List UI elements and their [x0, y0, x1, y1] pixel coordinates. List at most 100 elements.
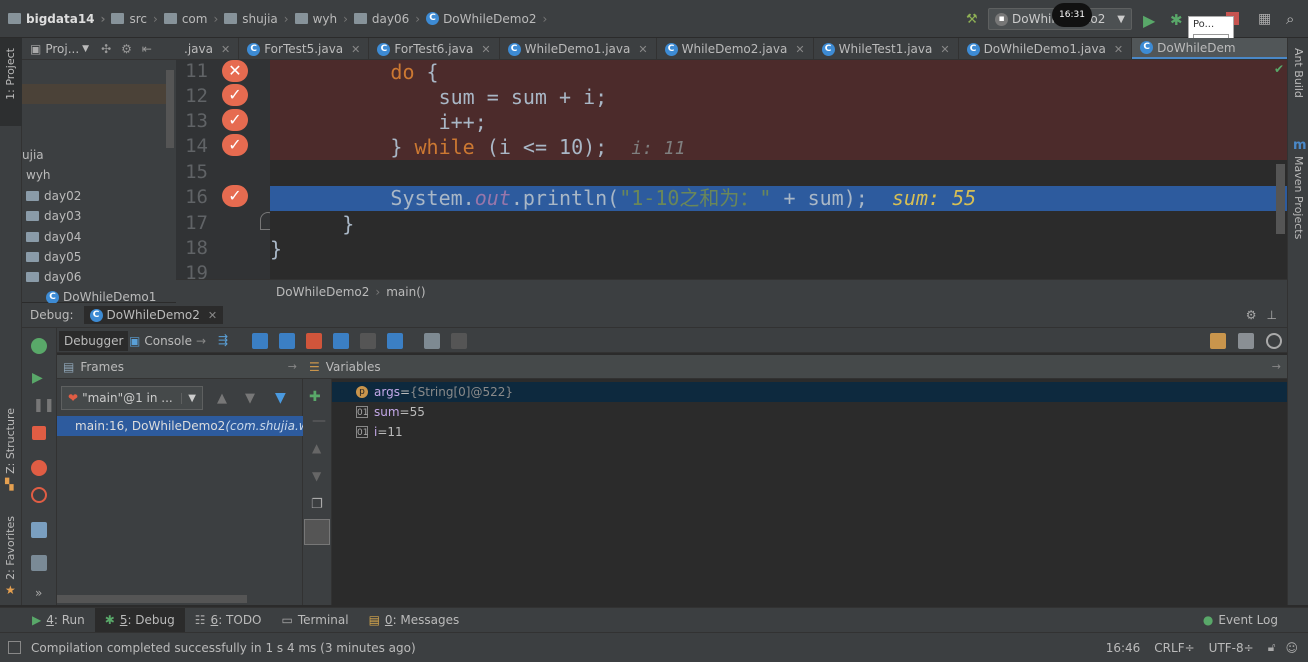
step-out-icon[interactable] [333, 333, 349, 349]
breakpoint-invalid-icon[interactable]: ✕ [222, 60, 248, 82]
breadcrumb-class[interactable]: C DoWhileDemo2 › [426, 12, 547, 26]
collapse-icon[interactable]: ⇤ [142, 42, 152, 56]
variable-row-args[interactable]: p args = {String[0]@522} [332, 382, 1287, 402]
close-icon[interactable]: ✕ [940, 43, 949, 56]
toggle-tool-windows-icon[interactable] [8, 641, 21, 654]
view-breakpoints-icon[interactable] [31, 460, 47, 476]
ant-build-label[interactable]: Ant Build [1292, 48, 1305, 98]
breakpoint-check-icon[interactable]: ✓ [222, 109, 248, 131]
tab-terminal[interactable]: ▭ Terminal [272, 608, 359, 633]
evaluate-expression-icon[interactable] [424, 333, 440, 349]
gear-icon[interactable]: ⚙ [121, 42, 132, 56]
tab-dowhiledemo2[interactable]: CDoWhileDem✕ [1132, 38, 1287, 59]
filter-icon[interactable]: ▼ [275, 390, 286, 406]
favorites-tool-label[interactable]: 2: Favorites [4, 516, 17, 580]
breakpoint-check-icon[interactable]: ✓ [222, 185, 248, 207]
watches-toggle-icon[interactable] [304, 519, 330, 545]
inspector-icon[interactable]: ☺ [1285, 641, 1298, 655]
arrow-up-icon[interactable]: ▲ [217, 391, 227, 406]
maven-projects-label[interactable]: Maven Projects [1292, 156, 1305, 239]
tree-item-dowhiledemo1[interactable]: C DoWhileDemo1 [46, 290, 156, 304]
close-icon[interactable]: ✕ [795, 43, 804, 56]
tab-whiletest1[interactable]: C WhileTest1.java ✕ [814, 38, 959, 59]
line-separator[interactable]: CRLF÷ [1154, 641, 1194, 655]
new-watch-icon[interactable]: ✚ [309, 389, 321, 405]
breadcrumb-day06[interactable]: day06 › [353, 12, 420, 26]
frame-row[interactable]: main:16, DoWhileDemo2 (com.shujia.w [57, 416, 303, 436]
file-encoding[interactable]: UTF-8÷ [1209, 641, 1254, 655]
project-tool-label[interactable]: 1: Project [4, 48, 17, 100]
search-icon[interactable]: ⌕ [1286, 10, 1294, 28]
arrow-down-icon[interactable]: ▼ [245, 391, 255, 406]
tab-messages[interactable]: ▤ 0: Messages [359, 608, 470, 633]
breadcrumb-src[interactable]: src › [111, 12, 158, 26]
breadcrumb-wyh[interactable]: wyh › [294, 12, 348, 26]
tab-event-log[interactable]: ● Event Log [1193, 608, 1288, 633]
drop-frame-icon[interactable] [360, 333, 376, 349]
variable-row-i[interactable]: 01 i = 11 [332, 422, 1287, 442]
pause-icon[interactable]: ❚❚ [33, 398, 55, 413]
mute-breakpoints-icon[interactable] [31, 487, 47, 503]
gear-icon[interactable]: ⚙ [1246, 308, 1257, 322]
tab-console[interactable]: ▣ Console → [124, 331, 211, 351]
frames-hscrollbar[interactable] [57, 595, 247, 603]
memory-icon[interactable] [1238, 333, 1254, 349]
close-icon[interactable]: ✕ [208, 309, 217, 322]
tree-item-day04[interactable]: day04 [26, 230, 81, 244]
editor-scrollbar[interactable] [1276, 164, 1285, 234]
arrow-down-icon[interactable]: ▼ [312, 469, 321, 483]
tab-whiledemo1[interactable]: C WhileDemo1.java ✕ [500, 38, 657, 59]
stop-icon[interactable] [32, 426, 46, 440]
force-step-into-icon[interactable] [306, 333, 322, 349]
trace-icon[interactable] [451, 333, 467, 349]
code-editor[interactable]: do { sum = sum + i; i++; } while (i <= 1… [270, 60, 1287, 279]
close-icon[interactable]: ✕ [351, 43, 360, 56]
tree-item-day03[interactable]: day03 [26, 209, 81, 223]
lock-icon[interactable]: 🔓︎ [1268, 640, 1276, 655]
settings-icon[interactable] [31, 555, 47, 571]
tab-fortest5[interactable]: C ForTest5.java ✕ [239, 38, 370, 59]
pin-icon[interactable]: → [1272, 360, 1281, 373]
tree-item-ujia[interactable]: ujia [22, 148, 44, 162]
structure-tool-label[interactable]: Z: Structure [4, 408, 17, 474]
run-to-cursor-icon[interactable] [387, 333, 403, 349]
tree-item-wyh[interactable]: wyh [26, 168, 51, 182]
breadcrumb-class[interactable]: DoWhileDemo2 [276, 285, 369, 299]
step-into-icon[interactable] [279, 333, 295, 349]
cursor-position[interactable]: 16:46 [1106, 641, 1141, 655]
project-view-select[interactable]: Proj... [45, 42, 79, 56]
project-structure-icon[interactable]: ▦ [1258, 11, 1271, 27]
debug-icon[interactable]: ✱ [1170, 11, 1183, 29]
tree-item-day05[interactable]: day05 [26, 250, 81, 264]
arrow-up-icon[interactable]: ▲ [312, 441, 321, 455]
close-icon[interactable]: ✕ [1114, 43, 1123, 56]
breakpoint-check-icon[interactable]: ✓ [222, 134, 248, 156]
show-execution-point-icon[interactable]: ⇶ [218, 333, 234, 349]
debug-session-tab[interactable]: C DoWhileDemo2 ✕ [83, 306, 224, 324]
tab-debugger[interactable]: Debugger [59, 331, 129, 351]
tab-java[interactable]: .java ✕ [176, 38, 240, 59]
breadcrumb-method[interactable]: main() [386, 285, 425, 299]
tree-item-day06[interactable]: day06 [26, 270, 81, 284]
breadcrumb-project[interactable]: bigdata14 › [8, 12, 105, 26]
breadcrumb-com[interactable]: com › [163, 12, 218, 26]
project-scrollbar[interactable] [166, 70, 174, 148]
more-icon[interactable]: » [35, 586, 42, 600]
tab-whiledemo2[interactable]: C WhileDemo2.java ✕ [657, 38, 814, 59]
tab-debug[interactable]: ✱ 5: Debug [94, 607, 185, 633]
tab-fortest6[interactable]: C ForTest6.java ✕ [369, 38, 500, 59]
hide-icon[interactable]: ⊥ [1267, 308, 1277, 322]
close-icon[interactable]: ✕ [221, 43, 230, 56]
variable-row-sum[interactable]: 01 sum = 55 [332, 402, 1287, 422]
build-icon[interactable]: ⚒ [966, 12, 980, 27]
breadcrumb-shujia[interactable]: shujia › [224, 12, 289, 26]
copy-icon[interactable]: ❐ [311, 497, 323, 512]
run-icon[interactable]: ▶ [1143, 11, 1155, 30]
close-icon[interactable]: ✕ [481, 43, 490, 56]
overhead-icon[interactable] [1266, 333, 1282, 349]
tab-todo[interactable]: ☷ 6: TODO [185, 608, 272, 633]
pin-icon[interactable]: → [288, 360, 297, 373]
scroll-from-source-icon[interactable]: ✣ [101, 42, 111, 56]
resume-icon[interactable]: ▶ [32, 370, 43, 386]
remove-watch-icon[interactable]: — [312, 413, 326, 429]
